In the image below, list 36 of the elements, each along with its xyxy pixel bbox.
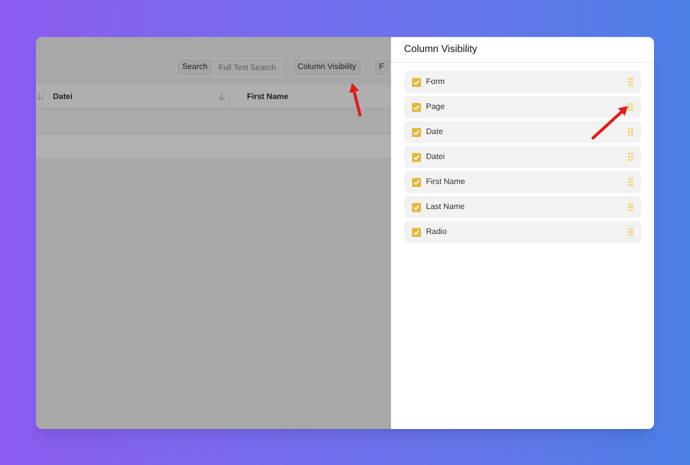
column-item[interactable]: Last Name [404,196,641,218]
column-header[interactable]: Datei [53,90,218,102]
column-label: Radio [426,226,448,238]
column-item[interactable]: Date [404,121,641,143]
column-item[interactable]: First Name [404,171,641,193]
column-label: Datei [426,151,446,163]
toolbar-button[interactable]: F [372,58,391,76]
sort-arrow-icon[interactable] [36,92,43,101]
column-label: Form [426,76,446,88]
drag-handle-icon[interactable] [628,203,633,211]
checkbox[interactable] [412,78,421,86]
column-item[interactable]: Form [404,71,641,93]
drag-handle-icon[interactable] [628,178,633,186]
column-label: Page [426,101,446,113]
checkbox[interactable] [412,152,421,162]
drag-handle-icon[interactable] [628,228,633,236]
toolbar-button[interactable]: Column Visibility [290,58,364,76]
column-label: Date [426,126,444,138]
column-label: First Name [426,176,466,188]
search-field[interactable]: Full Text Search [214,58,282,76]
drag-handle-icon[interactable] [628,153,633,161]
checkbox[interactable] [412,228,421,236]
search-label: Search [176,58,214,76]
drag-handle-icon[interactable] [628,128,633,136]
drag-handle-icon[interactable] [628,78,633,86]
checkbox[interactable] [412,202,421,212]
checkbox[interactable] [412,102,421,112]
drag-handle-icon[interactable] [628,103,633,111]
column-item[interactable]: Page [404,96,641,118]
checkbox[interactable] [412,128,421,136]
column-label: Last Name [426,201,466,213]
column-item[interactable]: Datei [404,146,641,168]
column-item[interactable]: Radio [404,221,641,243]
checkbox[interactable] [412,178,421,186]
drawer-title: Column Visibility [404,43,478,57]
sort-arrow-icon[interactable] [218,92,225,101]
